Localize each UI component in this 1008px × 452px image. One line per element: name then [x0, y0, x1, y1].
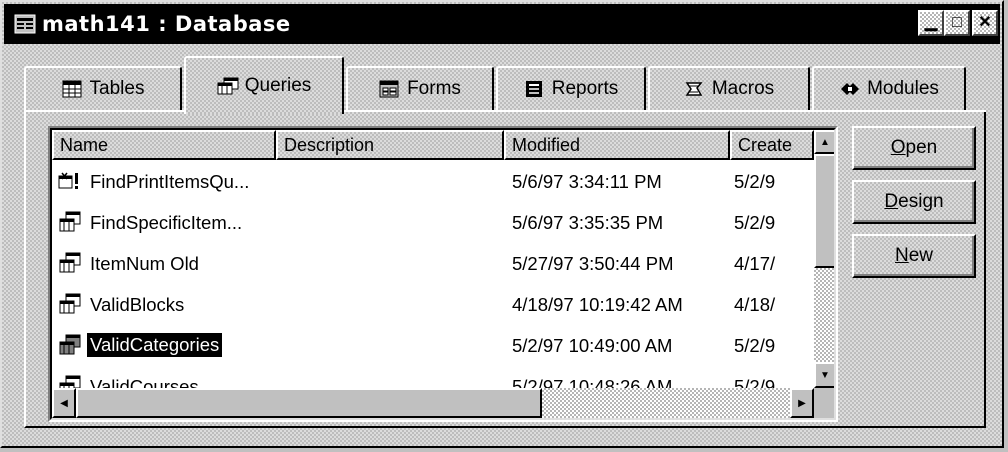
- query-name: FindPrintItemsQu...: [90, 171, 250, 192]
- column-header-created[interactable]: Create: [730, 130, 814, 160]
- select-query-icon: [58, 211, 82, 233]
- title-bar[interactable]: math141 : Database ▁ □ ✕: [4, 4, 1000, 44]
- macro-icon: [684, 80, 704, 98]
- query-name: FindSpecificItem...: [90, 212, 243, 233]
- query-created: 5/2/9: [734, 335, 776, 356]
- list-rows: FindPrintItemsQu... 5/6/97 3:34:11 PM 5/…: [52, 162, 814, 408]
- tab-tables[interactable]: Tables: [24, 66, 182, 110]
- query-icon: [217, 77, 239, 95]
- tab-modules[interactable]: Modules: [812, 66, 966, 110]
- tab-reports[interactable]: Reports: [496, 66, 646, 110]
- action-query-icon: [58, 170, 82, 192]
- list-item[interactable]: ValidBlocks 4/18/97 10:19:42 AM 4/18/: [52, 285, 814, 326]
- object-tabs: Tables Queries Forms Reports Macros Modu…: [24, 56, 984, 114]
- scroll-corner: [814, 388, 834, 418]
- select-query-icon: [58, 293, 82, 315]
- scroll-left-button[interactable]: ◀: [52, 388, 76, 418]
- open-button[interactable]: Open: [852, 126, 976, 170]
- query-created: 4/17/: [734, 253, 776, 274]
- tab-label: Macros: [711, 78, 775, 99]
- select-query-icon: [58, 334, 82, 356]
- scroll-up-button[interactable]: ▲: [814, 130, 834, 154]
- scroll-down-button[interactable]: ▼: [814, 362, 834, 388]
- report-icon: [524, 80, 544, 98]
- close-button[interactable]: ✕: [972, 10, 998, 36]
- tab-label: Forms: [407, 78, 461, 99]
- list-item-selected[interactable]: ValidCategories 5/2/97 10:49:00 AM 5/2/9: [52, 326, 814, 367]
- tab-queries[interactable]: Queries: [184, 56, 344, 114]
- list-item[interactable]: ItemNum Old 5/27/97 3:50:44 PM 4/17/: [52, 244, 814, 285]
- maximize-button[interactable]: □: [944, 10, 970, 36]
- horizontal-scrollbar[interactable]: ◀ ▶: [52, 388, 814, 418]
- window-title: math141 : Database: [42, 12, 291, 36]
- tab-macros[interactable]: Macros: [648, 66, 810, 110]
- design-button[interactable]: Design: [852, 180, 976, 224]
- query-list-body: Name Description Modified Create FindPri…: [50, 128, 836, 420]
- button-label: New: [894, 245, 934, 266]
- new-button[interactable]: New: [852, 234, 976, 278]
- form-icon: [379, 80, 399, 98]
- arrow-down-icon: ▼: [820, 369, 830, 381]
- scroll-right-button[interactable]: ▶: [790, 388, 814, 418]
- list-item[interactable]: FindSpecificItem... 5/6/97 3:35:35 PM 5/…: [52, 203, 814, 244]
- vertical-scrollbar[interactable]: ▲ ▼: [814, 130, 834, 388]
- module-icon: [839, 80, 860, 98]
- query-name: ItemNum Old: [90, 253, 199, 274]
- vertical-scroll-thumb[interactable]: [814, 154, 834, 268]
- table-icon: [62, 80, 82, 98]
- tab-label: Modules: [867, 78, 939, 99]
- button-label: Open: [890, 137, 938, 158]
- column-header-name[interactable]: Name: [52, 130, 276, 160]
- query-created: 5/2/9: [734, 212, 776, 233]
- tab-label: Tables: [89, 78, 145, 99]
- query-modified: 5/2/97 10:49:00 AM: [512, 335, 673, 356]
- column-header-description[interactable]: Description: [276, 130, 504, 160]
- maximize-icon: □: [952, 14, 962, 31]
- database-icon: [14, 13, 36, 35]
- query-name: ValidCategories: [85, 332, 224, 358]
- tab-label: Queries: [244, 75, 312, 96]
- column-header-modified[interactable]: Modified: [504, 130, 730, 160]
- minimize-button[interactable]: ▁: [918, 10, 944, 36]
- select-query-icon: [58, 252, 82, 274]
- tab-forms[interactable]: Forms: [346, 66, 494, 110]
- query-modified: 5/6/97 3:35:35 PM: [512, 212, 664, 233]
- query-list[interactable]: Name Description Modified Create FindPri…: [48, 126, 838, 422]
- query-created: 5/2/9: [734, 171, 776, 192]
- list-header: Name Description Modified Create: [52, 130, 814, 160]
- arrow-right-icon: ▶: [798, 397, 806, 409]
- list-item[interactable]: FindPrintItemsQu... 5/6/97 3:34:11 PM 5/…: [52, 162, 814, 203]
- query-name: ValidBlocks: [90, 294, 185, 315]
- minimize-icon: ▁: [924, 14, 938, 31]
- close-icon: ✕: [978, 14, 992, 31]
- horizontal-scroll-thumb[interactable]: [76, 388, 542, 418]
- arrow-left-icon: ◀: [60, 397, 68, 409]
- tab-label: Reports: [551, 78, 619, 99]
- arrow-up-icon: ▲: [820, 136, 830, 148]
- query-modified: 4/18/97 10:19:42 AM: [512, 294, 683, 315]
- button-label: Design: [884, 191, 944, 212]
- query-modified: 5/27/97 3:50:44 PM: [512, 253, 674, 274]
- query-created: 4/18/: [734, 294, 776, 315]
- query-modified: 5/6/97 3:34:11 PM: [512, 171, 662, 192]
